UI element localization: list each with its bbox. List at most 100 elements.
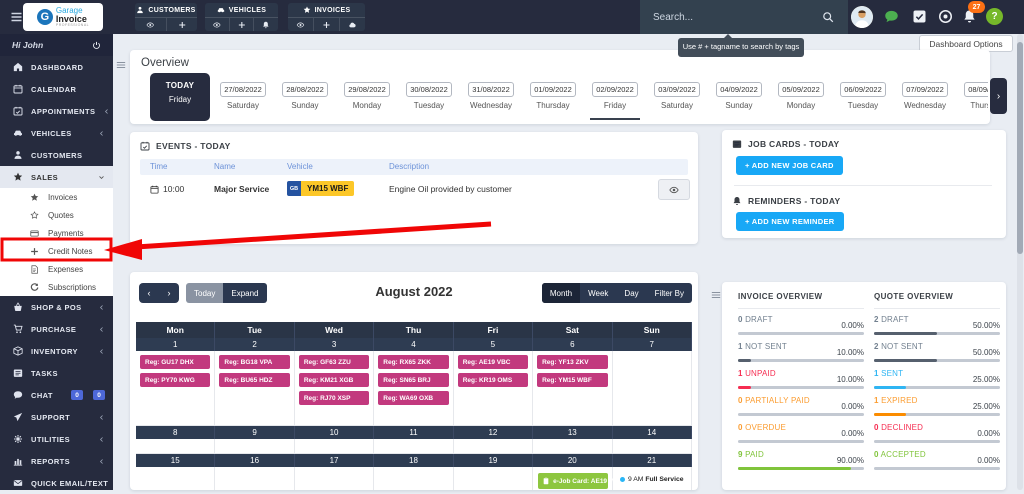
sidebar-item-customers[interactable]: CUSTOMERS <box>0 144 113 166</box>
date-tab-today[interactable]: TODAYFriday <box>150 73 210 121</box>
search-icon[interactable] <box>822 11 834 23</box>
drag-handle-icon[interactable] <box>711 289 721 301</box>
day-cell[interactable] <box>533 439 612 454</box>
help-icon[interactable]: ? <box>986 8 1003 25</box>
sidebar-item-purchase[interactable]: PURCHASE <box>0 318 113 340</box>
add-new-reminder-button[interactable]: + ADD NEW REMINDER <box>736 212 844 231</box>
plus-icon[interactable] <box>313 18 339 31</box>
calendar-event-entry[interactable]: 9 AM Full Service <box>613 476 691 483</box>
tabs-next-button[interactable]: › <box>990 78 1007 114</box>
day-cell[interactable] <box>374 467 453 490</box>
vehicle-reg-entry[interactable]: Reg: WA69 OXB <box>378 391 448 405</box>
day-cell[interactable]: e-Job Card: AE19 V <box>533 467 612 490</box>
sidebar-item-utilities[interactable]: UTILITIES <box>0 428 113 450</box>
date-tab-06-09-2022[interactable]: 06/09/2022Tuesday <box>832 73 894 121</box>
day-cell[interactable]: Reg: YF13 ZKVReg: YM15 WBF <box>533 351 612 426</box>
eye-icon[interactable] <box>205 18 229 31</box>
sidebar-item-dashboard[interactable]: DASHBOARD <box>0 56 113 78</box>
calendar-view-day[interactable]: Day <box>616 283 646 303</box>
vehicle-reg-entry[interactable]: Reg: RX65 ZKK <box>378 355 448 369</box>
day-cell[interactable] <box>295 439 374 454</box>
day-cell[interactable] <box>215 439 294 454</box>
day-number[interactable]: 17 <box>295 454 374 467</box>
day-cell[interactable] <box>136 439 215 454</box>
day-number[interactable]: 5 <box>454 338 533 351</box>
day-number[interactable]: 8 <box>136 426 215 439</box>
vehicle-reg-entry[interactable]: Reg: KM21 XGB <box>299 373 369 387</box>
date-tab-04-09-2022[interactable]: 04/09/2022Sunday <box>708 73 770 121</box>
vehicle-reg-entry[interactable]: Reg: KR19 OMS <box>458 373 528 387</box>
sidebar-item-reports[interactable]: REPORTS <box>0 450 113 472</box>
day-number[interactable]: 10 <box>295 426 374 439</box>
eye-icon[interactable] <box>135 18 166 31</box>
day-number[interactable]: 2 <box>215 338 294 351</box>
sidebar-item-calendar[interactable]: CALENDAR <box>0 78 113 100</box>
sidebar-item-shop-pos[interactable]: SHOP & POS <box>0 296 113 318</box>
add-new-job-card-button[interactable]: + ADD NEW JOB CARD <box>736 156 843 175</box>
day-number[interactable]: 18 <box>374 454 453 467</box>
day-number[interactable]: 12 <box>454 426 533 439</box>
day-cell[interactable]: Reg: RX65 ZKK Reg: SN65 BRJ Reg: WA69 OXB <box>374 351 453 426</box>
scrollbar-thumb[interactable] <box>1017 42 1023 254</box>
date-tab-05-09-2022[interactable]: 05/09/2022Monday <box>770 73 832 121</box>
day-cell[interactable]: Reg: BG18 VPAReg: BU65 HDZ <box>215 351 294 426</box>
cloud-icon[interactable] <box>339 18 365 31</box>
day-cell[interactable] <box>454 467 533 490</box>
day-number[interactable]: 1 <box>136 338 215 351</box>
day-number[interactable]: 6 <box>533 338 612 351</box>
sidebar-item-vehicles[interactable]: VEHICLES <box>0 122 113 144</box>
day-number[interactable]: 15 <box>136 454 215 467</box>
sidebar-subitem-subscriptions[interactable]: Subscriptions <box>0 278 113 296</box>
vehicle-reg-entry[interactable]: Reg: GF63 ZZU <box>299 355 369 369</box>
plus-icon[interactable] <box>166 18 198 31</box>
vehicle-reg-entry[interactable]: Reg: GU17 DHX <box>140 355 210 369</box>
chat-icon[interactable] <box>884 9 899 24</box>
vehicle-reg-entry[interactable]: Reg: AE19 VBC <box>458 355 528 369</box>
day-number[interactable]: 9 <box>215 426 294 439</box>
date-tab-31-08-2022[interactable]: 31/08/2022Wednesday <box>460 73 522 121</box>
vehicle-reg-entry[interactable]: Reg: BG18 VPA <box>219 355 289 369</box>
avatar[interactable] <box>851 6 873 28</box>
vehicle-reg-entry[interactable]: Reg: YF13 ZKV <box>537 355 607 369</box>
eye-icon[interactable] <box>288 18 313 31</box>
sidebar-subitem-credit-notes[interactable]: Credit Notes <box>0 242 113 260</box>
sidebar-item-support[interactable]: SUPPORT <box>0 406 113 428</box>
day-cell[interactable] <box>374 439 453 454</box>
calendar-view-week[interactable]: Week <box>580 283 616 303</box>
calendar-view-month[interactable]: Month <box>542 283 580 303</box>
date-tab-01-09-2022[interactable]: 01/09/2022Thursday <box>522 73 584 121</box>
day-cell[interactable] <box>454 439 533 454</box>
day-number[interactable]: 14 <box>613 426 692 439</box>
plus-icon[interactable] <box>229 18 254 31</box>
vehicle-reg-entry[interactable]: Reg: PY70 KWG <box>140 373 210 387</box>
power-icon[interactable] <box>92 41 101 50</box>
day-cell[interactable]: Reg: GF63 ZZU Reg: KM21 XGB Reg: RJ70 XSP <box>295 351 374 426</box>
day-cell[interactable]: Reg: AE19 VBC Reg: KR19 OMS <box>454 351 533 426</box>
drag-handle-icon[interactable] <box>116 59 126 71</box>
day-number[interactable]: 20 <box>533 454 612 467</box>
day-cell[interactable]: Reg: GU17 DHX Reg: PY70 KWG <box>136 351 215 426</box>
app-logo[interactable]: G Garage Invoice PROFESSIONAL <box>23 3 103 31</box>
bell-icon[interactable] <box>253 18 278 31</box>
sidebar-item-inventory[interactable]: INVENTORY <box>0 340 113 362</box>
sidebar-item-tasks[interactable]: TASKS <box>0 362 113 384</box>
sidebar-subitem-expenses[interactable]: Expenses <box>0 260 113 278</box>
check-square-icon[interactable] <box>912 9 927 24</box>
day-number[interactable]: 11 <box>374 426 453 439</box>
day-number[interactable]: 3 <box>295 338 374 351</box>
sidebar-subitem-payments[interactable]: Payments <box>0 224 113 242</box>
view-event-button[interactable] <box>658 179 690 200</box>
vehicle-reg-entry[interactable]: Reg: SN65 BRJ <box>378 373 448 387</box>
day-cell[interactable] <box>295 467 374 490</box>
day-number[interactable]: 4 <box>374 338 453 351</box>
day-cell[interactable] <box>613 351 692 426</box>
circle-dot-icon[interactable] <box>938 9 953 24</box>
day-number[interactable]: 21 <box>613 454 692 467</box>
day-number[interactable]: 13 <box>533 426 612 439</box>
vehicle-reg-entry[interactable]: Reg: RJ70 XSP <box>299 391 369 405</box>
sidebar-item-chat[interactable]: CHAT00 <box>0 384 113 406</box>
hamburger-menu-icon[interactable] <box>10 11 23 23</box>
date-tab-27-08-2022[interactable]: 27/08/2022Saturday <box>212 73 274 121</box>
date-tab-08-09-2022[interactable]: 08/09/2022Thursday <box>956 73 988 121</box>
search-input[interactable] <box>640 11 815 24</box>
